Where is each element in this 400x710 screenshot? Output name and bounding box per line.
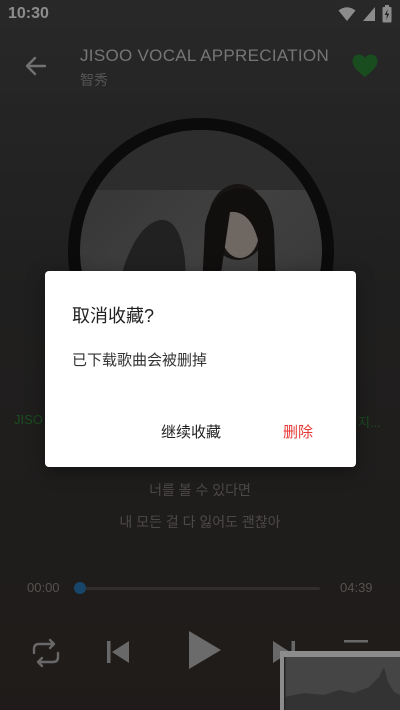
player-screen: 10:30 JISOO VOCAL APPRECIATION 智秀 JISO 지… — [0, 0, 400, 710]
unfavorite-dialog: 取消收藏? 已下载歌曲会被删掉 继续收藏 删除 — [45, 271, 356, 467]
keep-favorite-button[interactable]: 继续收藏 — [161, 421, 221, 442]
dialog-message: 已下载歌曲会被删掉 — [72, 352, 208, 369]
dialog-title: 取消收藏? — [72, 306, 155, 326]
delete-button[interactable]: 删除 — [283, 421, 313, 442]
